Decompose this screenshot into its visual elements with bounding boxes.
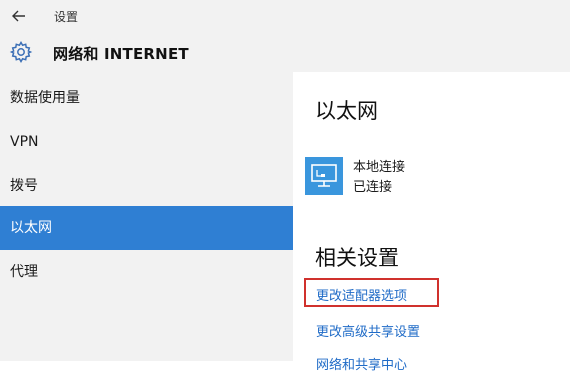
link-change-adapter-options[interactable]: 更改适配器选项 (316, 285, 407, 304)
page-header: 网络和 INTERNET (0, 32, 570, 72)
link-change-advanced-sharing[interactable]: 更改高级共享设置 (316, 321, 420, 340)
gear-icon (9, 41, 33, 63)
section-title-related: 相关设置 (315, 246, 399, 270)
connection-status: 已连接 (353, 180, 393, 195)
back-button[interactable] (6, 3, 32, 29)
sidebar: 数据使用量 VPN 拨号 以太网 代理 (0, 72, 293, 361)
section-title-ethernet: 以太网 (315, 99, 378, 123)
ethernet-connection-item[interactable]: 本地连接 已连接 (305, 154, 565, 198)
ethernet-icon (305, 157, 343, 195)
main-content: 以太网 本地连接 已连接 相关设置 更改适配器选项 更改高级共享设置 网络和共享… (293, 72, 570, 373)
link-network-sharing-center[interactable]: 网络和共享中心 (316, 354, 407, 373)
sidebar-item-vpn[interactable]: VPN (0, 120, 293, 164)
back-arrow-icon (12, 10, 25, 22)
sidebar-item-dialup[interactable]: 拨号 (0, 164, 293, 208)
window-title: 设置 (54, 10, 79, 24)
sidebar-item-proxy[interactable]: 代理 (0, 250, 293, 294)
connection-name: 本地连接 (353, 160, 406, 175)
monitor-icon (311, 164, 337, 187)
title-bar: 设置 (0, 0, 570, 32)
page-title: 网络和 INTERNET (53, 45, 189, 63)
sidebar-item-ethernet[interactable]: 以太网 (0, 206, 293, 250)
sidebar-item-data-usage[interactable]: 数据使用量 (0, 76, 293, 120)
